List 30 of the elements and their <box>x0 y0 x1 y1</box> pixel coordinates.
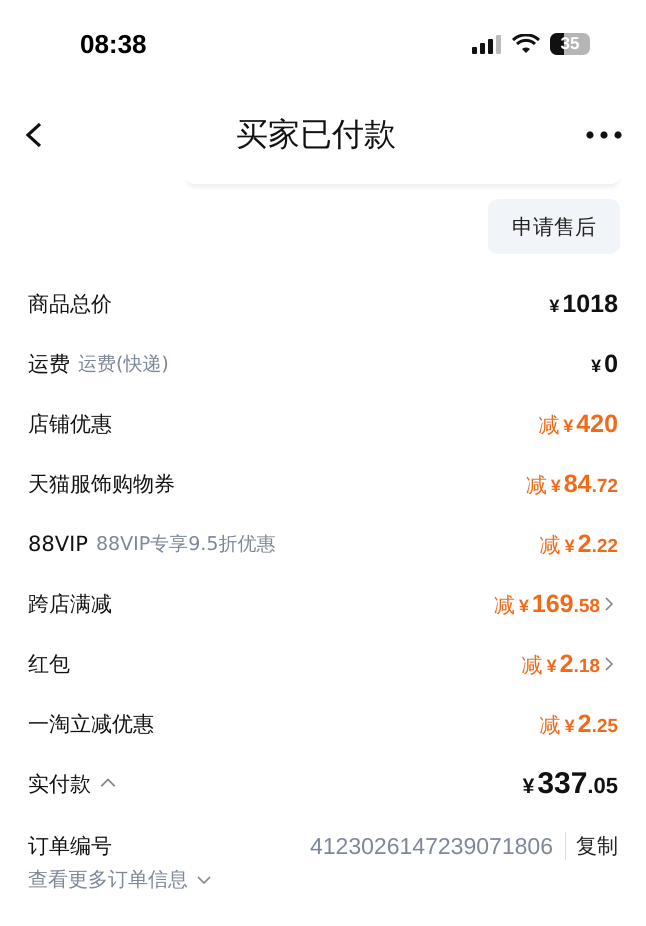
price-amount: 减 ¥2.22 <box>540 530 618 558</box>
price-amount: ¥1018 <box>549 290 618 318</box>
price-label: 跨店满减 <box>28 591 112 618</box>
price-amount: 减 ¥169.58 <box>494 590 600 618</box>
order-label: 订单编号 <box>28 833 112 860</box>
wifi-icon <box>512 34 540 54</box>
price-label: 一淘立减优惠 <box>28 711 154 738</box>
price-label: 运费 <box>28 351 70 378</box>
price-amount: 减 ¥2.18 <box>522 650 600 678</box>
price-label: 实付款 <box>28 771 91 798</box>
page-title: 买家已付款 <box>236 114 396 155</box>
price-label: 店铺优惠 <box>28 411 112 438</box>
price-label: 天猫服饰购物券 <box>28 471 175 498</box>
price-amount: 减 ¥84.72 <box>526 470 618 498</box>
price-label: 88VIP <box>28 532 88 556</box>
price-amount: ¥0 <box>591 350 618 378</box>
price-amount: ¥337.05 <box>522 767 618 801</box>
price-amount: 减 ¥420 <box>538 410 618 438</box>
after-sales-button[interactable]: 申请售后 <box>488 199 620 254</box>
price-note: 88VIP专享9.5折优惠 <box>96 532 276 557</box>
price-amount: 减 ¥2.25 <box>540 710 618 738</box>
price-label: 商品总价 <box>28 291 112 318</box>
copy-button[interactable]: 复制 <box>565 832 618 860</box>
order-number: 4123026147239071806 <box>310 832 553 860</box>
more-order-info-button[interactable]: 查看更多订单信息 <box>0 860 240 899</box>
status-time: 08:38 <box>80 28 146 60</box>
more-icon[interactable] <box>586 131 622 139</box>
price-label: 红包 <box>28 651 70 678</box>
signal-icon <box>472 34 502 54</box>
price-note: 运费(快递) <box>78 352 169 377</box>
